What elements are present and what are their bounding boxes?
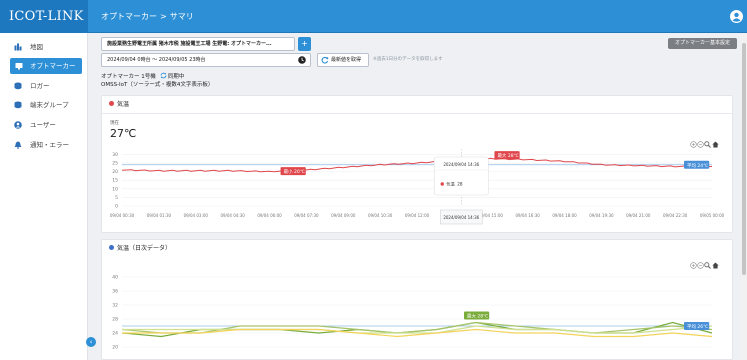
- series-line-2: [121, 321, 713, 334]
- sidebar-item-label: 通知・エラー: [30, 141, 69, 149]
- tooltip-time: 2024/09/04 14:36: [443, 162, 479, 167]
- y-tick-label: 30: [112, 152, 118, 158]
- max-label: 最大 28℃: [494, 151, 520, 160]
- add-device-button[interactable]: +: [298, 37, 311, 51]
- device-sync-status: 同期中: [167, 74, 185, 80]
- account-icon[interactable]: [730, 10, 743, 23]
- axis-hover-badge: 2024/09/04 14:36: [440, 209, 483, 225]
- clock-icon[interactable]: [298, 56, 306, 64]
- y-tick-label: 20: [112, 345, 118, 351]
- axis-hover-badge-text: 2024/09/04 14:36: [443, 215, 479, 220]
- x-tick-label: 09/04 18:00: [552, 213, 577, 218]
- breadcrumb-separator: >: [160, 12, 167, 21]
- y-tick-label: 40: [112, 275, 118, 281]
- x-tick-label: 09/04 12:00: [405, 213, 430, 218]
- breadcrumb: オプトマーカー > サマリ: [101, 0, 194, 33]
- sidebar-item-group[interactable]: 端末グループ: [0, 97, 88, 113]
- bell-icon: [14, 141, 22, 149]
- sidebar-item-notify[interactable]: 通知・エラー: [0, 137, 88, 153]
- group-icon: [14, 101, 22, 109]
- y-tick-label: 32: [112, 303, 118, 309]
- fetch-latest-button[interactable]: 最新値を取得: [317, 53, 369, 67]
- x-tick-label: 09/04 01:30: [147, 213, 172, 218]
- sidebar-item-user[interactable]: ユーザー: [0, 117, 88, 133]
- fetch-latest-label: 最新値を取得: [331, 57, 362, 63]
- sidebar-item-label: 端末グループ: [30, 101, 69, 109]
- y-tick-label: 24: [112, 331, 118, 337]
- sidebar-item-optmarker[interactable]: オプトマーカー: [10, 58, 82, 74]
- refresh-icon: [321, 56, 329, 64]
- device-name: オプトマーカー 1号機: [101, 74, 156, 80]
- device-select[interactable]: 施設業務生野電王所属 猪木市税 施設電王工場 生野電: オプトマーカー...: [101, 37, 295, 51]
- y-tick-label: 5: [115, 195, 118, 201]
- breadcrumb-section[interactable]: オプトマーカー: [101, 12, 157, 21]
- x-tick-label: 09/04 07:30: [294, 213, 319, 218]
- top-bar: ICOT-LINK オプトマーカー > サマリ: [0, 0, 747, 33]
- max-label: 最大 28℃: [464, 311, 490, 320]
- chevron-left-icon: ‹: [89, 338, 93, 346]
- device-model: OMSS-IoT（ソーラー式・複数4文字表示板）: [101, 82, 214, 88]
- x-tick-label: 09/04 21:00: [626, 213, 651, 218]
- temperature-card: 気温 現在 27℃ 0 5 10 15 20 25 30 09/04 00:30 09/04 0…: [101, 95, 733, 233]
- x-tick-label: 09/05 00:00: [700, 213, 725, 218]
- map-icon: [14, 43, 22, 51]
- y-tick-label: 10: [112, 186, 118, 192]
- y-tick-label: 28: [112, 317, 118, 323]
- device-status-line: オプトマーカー 1号機 同期中: [101, 72, 184, 81]
- tooltip-series-dot: [440, 182, 444, 186]
- max-label-text: 最大 28℃: [497, 152, 518, 159]
- y-tick-label: 20: [112, 169, 118, 175]
- tooltip: 2024/09/04 14:36 気温 28: [433, 156, 489, 196]
- scrollbar-thumb[interactable]: [742, 43, 746, 275]
- sidebar: 地図 オプトマーカー ロガー 端末グループ ユーザー 通知・エラー: [0, 33, 88, 360]
- x-tick-label: 09/04 00:30: [110, 213, 135, 218]
- marker-settings-button[interactable]: オプトマーカー基本設定: [668, 38, 737, 49]
- tooltip-series-value: 28: [457, 182, 463, 187]
- date-range-input[interactable]: 2024/09/04 0時台 〜 2024/09/05 23時台: [101, 53, 311, 67]
- sidebar-item-logger[interactable]: ロガー: [0, 78, 88, 94]
- x-tick-label: 09/04 10:30: [368, 213, 393, 218]
- x-tick-label: 09/04 04:30: [220, 213, 245, 218]
- breadcrumb-page: サマリ: [169, 12, 194, 21]
- x-tick-label: 09/04 03:00: [184, 213, 209, 218]
- app-logo[interactable]: ICOT-LINK: [0, 0, 88, 33]
- x-tick-label: 09/04 06:00: [257, 213, 282, 218]
- y-tick-label: 36: [112, 289, 118, 295]
- max-label-text: 最大 28℃: [467, 313, 488, 320]
- sidebar-collapse-button[interactable]: ‹: [86, 337, 96, 347]
- y-tick-label: 0: [115, 204, 118, 210]
- daily-temperature-card: 気温（日次データ） 20 24 28 32 36 40 最大 28℃ 平均 26℃: [101, 239, 733, 360]
- x-tick-label: 09/04 16:30: [515, 213, 540, 218]
- min-label: 最小 20℃: [280, 167, 306, 176]
- user-icon: [14, 121, 22, 129]
- sidebar-item-label: オプトマーカー: [30, 62, 76, 70]
- x-tick-label: 09/04 09:00: [331, 213, 356, 218]
- fetch-note: ※過去1日分のデータを取得します: [373, 57, 443, 62]
- y-tick-label: 15: [112, 178, 118, 184]
- temperature-chart[interactable]: 0 5 10 15 20 25 30 09/04 00:30 09/04 01:30 09/04 …: [102, 96, 734, 234]
- daily-temperature-chart[interactable]: 20 24 28 32 36 40 最大 28℃ 平均 26℃: [102, 240, 734, 360]
- avg-label-text: 平均 24℃: [687, 162, 708, 169]
- sync-icon: [160, 72, 167, 79]
- y-tick-label: 25: [112, 161, 118, 167]
- avg-label: 平均 26℃: [684, 322, 710, 330]
- x-tick-label: 09/04 22:30: [663, 213, 688, 218]
- avg-label: 平均 24℃: [684, 160, 710, 169]
- min-label-text: 最小 20℃: [284, 168, 305, 175]
- avg-label-text: 平均 26℃: [687, 323, 708, 330]
- sidebar-item-label: ユーザー: [30, 121, 56, 129]
- x-tick-label: 09/04 19:30: [589, 213, 614, 218]
- sidebar-item-map[interactable]: 地図: [0, 39, 88, 55]
- marker-icon: [15, 63, 23, 70]
- sidebar-item-label: ロガー: [30, 82, 50, 90]
- tooltip-series-name: 気温: [446, 181, 455, 188]
- logger-icon: [14, 82, 22, 90]
- sidebar-item-label: 地図: [30, 43, 43, 51]
- date-range-value: 2024/09/04 0時台 〜 2024/09/05 23時台: [107, 57, 206, 63]
